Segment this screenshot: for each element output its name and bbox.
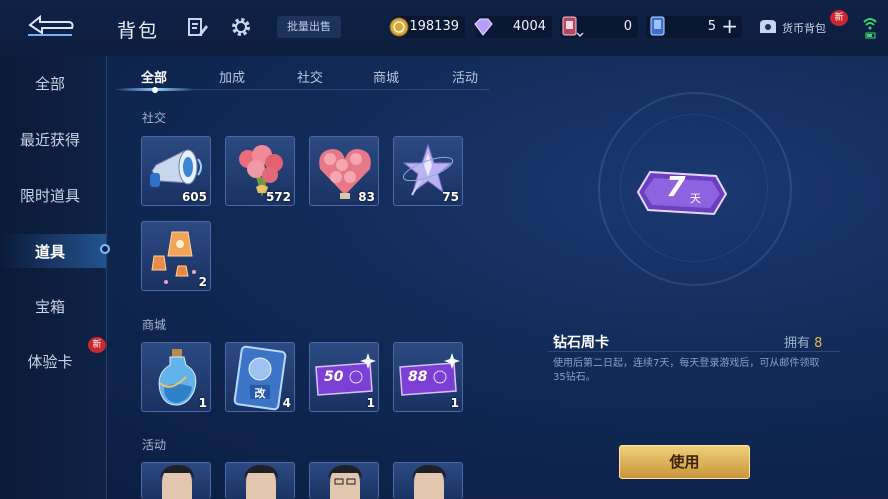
card-days-number: 7 <box>666 170 686 203</box>
section-title-shop: 商城 <box>142 318 167 332</box>
wallet-label: 货币背包 <box>782 22 826 35</box>
item-count: 605 <box>181 190 207 204</box>
diamond-amount: 4004 <box>512 19 546 34</box>
add-currency-button[interactable]: + <box>721 16 738 36</box>
edit-icon[interactable] <box>186 16 208 38</box>
player-portrait-icon <box>412 465 446 499</box>
inventory-item[interactable] <box>393 462 463 499</box>
item-description: 使用后第二日起，连续7天，每天登录游戏后，可从邮件领取35钻石。 <box>553 358 820 383</box>
wifi-icon <box>862 14 878 40</box>
inventory-item[interactable]: 605 <box>141 136 211 206</box>
item-count: 1 <box>366 396 375 410</box>
tab-selected-dot <box>152 87 158 93</box>
new-badge: 新 <box>830 10 848 26</box>
player-portrait-icon <box>328 465 362 499</box>
item-count: 1 <box>450 396 459 410</box>
item-count: 572 <box>265 190 291 204</box>
player-portrait-icon <box>160 465 194 499</box>
diamond-currency: 4004 <box>474 16 552 38</box>
coupon-value: 88 <box>408 369 428 385</box>
page-title: 背包 <box>117 20 160 42</box>
bulk-sell-button[interactable]: 批量出售 <box>277 16 341 38</box>
owned-count: 拥有 8 <box>784 332 822 351</box>
sidebar-item-props[interactable]: 道具 <box>0 241 100 262</box>
item-name: 钻石周卡 <box>553 335 609 351</box>
inventory-item[interactable]: 88 1 <box>393 342 463 412</box>
diamond-week-card-icon: 7 天 <box>636 166 728 220</box>
section-title-event: 活动 <box>142 438 167 452</box>
inventory-item[interactable]: 1 <box>141 342 211 412</box>
inventory-item[interactable] <box>225 462 295 499</box>
item-count: 1 <box>198 396 207 410</box>
item-count: 75 <box>442 190 459 204</box>
section-title-social: 社交 <box>142 111 167 125</box>
inventory-item[interactable]: 2 <box>141 221 211 291</box>
inventory-item[interactable]: 572 <box>225 136 295 206</box>
diamond-icon <box>474 18 493 36</box>
back-button[interactable] <box>24 12 76 38</box>
owned-label: 拥有 <box>784 336 811 351</box>
inventory-item[interactable]: 75 <box>393 136 463 206</box>
ticket-amount: 0 <box>623 19 632 34</box>
card-amount: 5 <box>707 19 716 34</box>
tab-all[interactable]: 全部 <box>141 67 167 86</box>
inventory-item[interactable]: 改 4 <box>225 342 295 412</box>
item-count: 4 <box>282 396 291 410</box>
tab-shop[interactable]: 商城 <box>373 67 399 86</box>
rename-card-label: 改 <box>254 387 266 400</box>
wallet-bag-icon <box>760 20 776 33</box>
sidebar-item-chests[interactable]: 宝箱 <box>0 296 100 317</box>
gold-coin-icon <box>389 17 409 37</box>
coupon-value: 50 <box>324 369 344 385</box>
tab-social[interactable]: 社交 <box>297 67 323 86</box>
blue-card-icon <box>650 16 665 36</box>
inventory-item[interactable] <box>141 462 211 499</box>
tab-bonus[interactable]: 加成 <box>219 67 245 86</box>
sidebar-item-recent[interactable]: 最近获得 <box>0 129 100 150</box>
use-button[interactable]: 使用 <box>619 445 750 479</box>
currency-wallet-button[interactable]: 货币背包 <box>756 14 840 38</box>
sidebar-active-indicator <box>100 244 110 254</box>
ticket-card-icon <box>562 16 584 38</box>
item-count: 2 <box>198 275 207 289</box>
gold-amount: 198139 <box>409 19 459 34</box>
detail-divider <box>548 351 840 352</box>
player-portrait-icon <box>244 465 278 499</box>
inventory-item[interactable]: 50 1 <box>309 342 379 412</box>
ticket-currency: 0 <box>560 16 638 38</box>
card-currency: 5 + <box>646 16 742 38</box>
gold-currency: 198139 <box>389 16 465 38</box>
tab-event[interactable]: 活动 <box>452 67 478 86</box>
sidebar-item-limited[interactable]: 限时道具 <box>0 185 100 206</box>
inventory-item[interactable] <box>309 462 379 499</box>
sidebar-item-all[interactable]: 全部 <box>0 73 100 94</box>
category-sidebar <box>0 56 107 499</box>
sidebar-item-trial-cards[interactable]: 体验卡 <box>0 351 100 372</box>
inventory-item[interactable]: 83 <box>309 136 379 206</box>
card-days-unit: 天 <box>690 192 701 205</box>
new-badge: 新 <box>88 337 106 353</box>
back-arrow-icon <box>28 14 74 36</box>
item-count: 83 <box>358 190 375 204</box>
gear-icon[interactable] <box>230 16 252 38</box>
owned-value: 8 <box>814 336 823 351</box>
